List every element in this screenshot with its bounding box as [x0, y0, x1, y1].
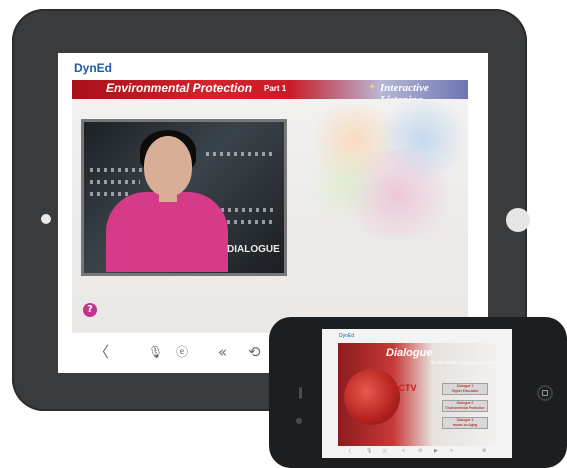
app-logo: DynEd	[74, 61, 112, 75]
dialogue-2-button[interactable]: Dialogue 2 Environmental Protection	[442, 400, 488, 412]
course-subtitle: An Advanced Listening Course	[430, 361, 492, 366]
phone-replay-button[interactable]: ⟲	[418, 448, 422, 454]
star-icon: ✦	[368, 82, 376, 93]
presenter-jacket	[106, 192, 228, 272]
video-frame: DIALOGUE	[84, 122, 284, 273]
phone-camera	[296, 418, 302, 424]
dialogue-2-topic: Environmental Protection	[443, 406, 487, 411]
video-caption: DIALOGUE	[227, 244, 280, 255]
phone-forward-button[interactable]: »	[450, 448, 453, 454]
phone-speaker	[299, 387, 302, 399]
phone-play-button[interactable]: ▶	[434, 448, 438, 454]
globe-graphic	[344, 369, 400, 425]
background-pattern	[90, 192, 130, 196]
phone-settings-icon[interactable]: ⚙	[482, 448, 486, 454]
presenter-face	[144, 136, 192, 196]
dialogue-3-button[interactable]: Dialogue 3 Issues on Aging	[442, 417, 488, 429]
decorative-bubble-green	[302, 149, 392, 219]
home-square-icon	[542, 390, 548, 396]
dialogue-3-topic: Issues on Aging	[443, 423, 487, 428]
background-pattern	[90, 168, 150, 172]
phone-rewind-button[interactable]: «	[402, 448, 405, 454]
dialogue-1-button[interactable]: Dialogue 1 Higher Education	[442, 383, 488, 395]
background-pattern	[90, 180, 140, 184]
course-title: Dialogue	[386, 347, 432, 359]
phone-app-logo: DynEd	[339, 333, 354, 339]
video-player[interactable]: DIALOGUE	[81, 119, 287, 276]
phone-ear-icon[interactable]: ⓔ	[382, 448, 387, 455]
phone-screen: DynEd Dialogue An Advanced Listening Cou…	[322, 329, 512, 458]
tablet-camera	[41, 214, 51, 224]
lesson-banner: Environmental Protection Part 1 ✦ Intera…	[72, 80, 468, 99]
phone-device: DynEd Dialogue An Advanced Listening Cou…	[269, 317, 567, 468]
lesson-title: Environmental Protection	[106, 81, 252, 95]
background-pattern	[220, 220, 276, 224]
phone-back-button[interactable]: 〈	[346, 448, 351, 455]
tablet-home-button[interactable]	[506, 208, 530, 232]
phone-microphone-icon[interactable]: 🎙	[366, 448, 372, 454]
replay-button[interactable]: ⟲	[248, 343, 261, 361]
back-button[interactable]: 〈	[94, 343, 109, 361]
microphone-icon[interactable]: 🎙	[148, 343, 163, 361]
background-pattern	[214, 208, 274, 212]
ear-icon[interactable]: ⓔ	[176, 343, 188, 361]
dialogue-1-topic: Higher Education	[443, 389, 487, 394]
help-icon[interactable]: ?	[83, 303, 97, 317]
rewind-button[interactable]: «	[218, 343, 227, 361]
course-menu: Dialogue An Advanced Listening Course CC…	[338, 343, 496, 446]
cctv-logo: CCTV	[392, 383, 417, 393]
lesson-part: Part 1	[264, 84, 286, 93]
background-pattern	[206, 152, 276, 156]
